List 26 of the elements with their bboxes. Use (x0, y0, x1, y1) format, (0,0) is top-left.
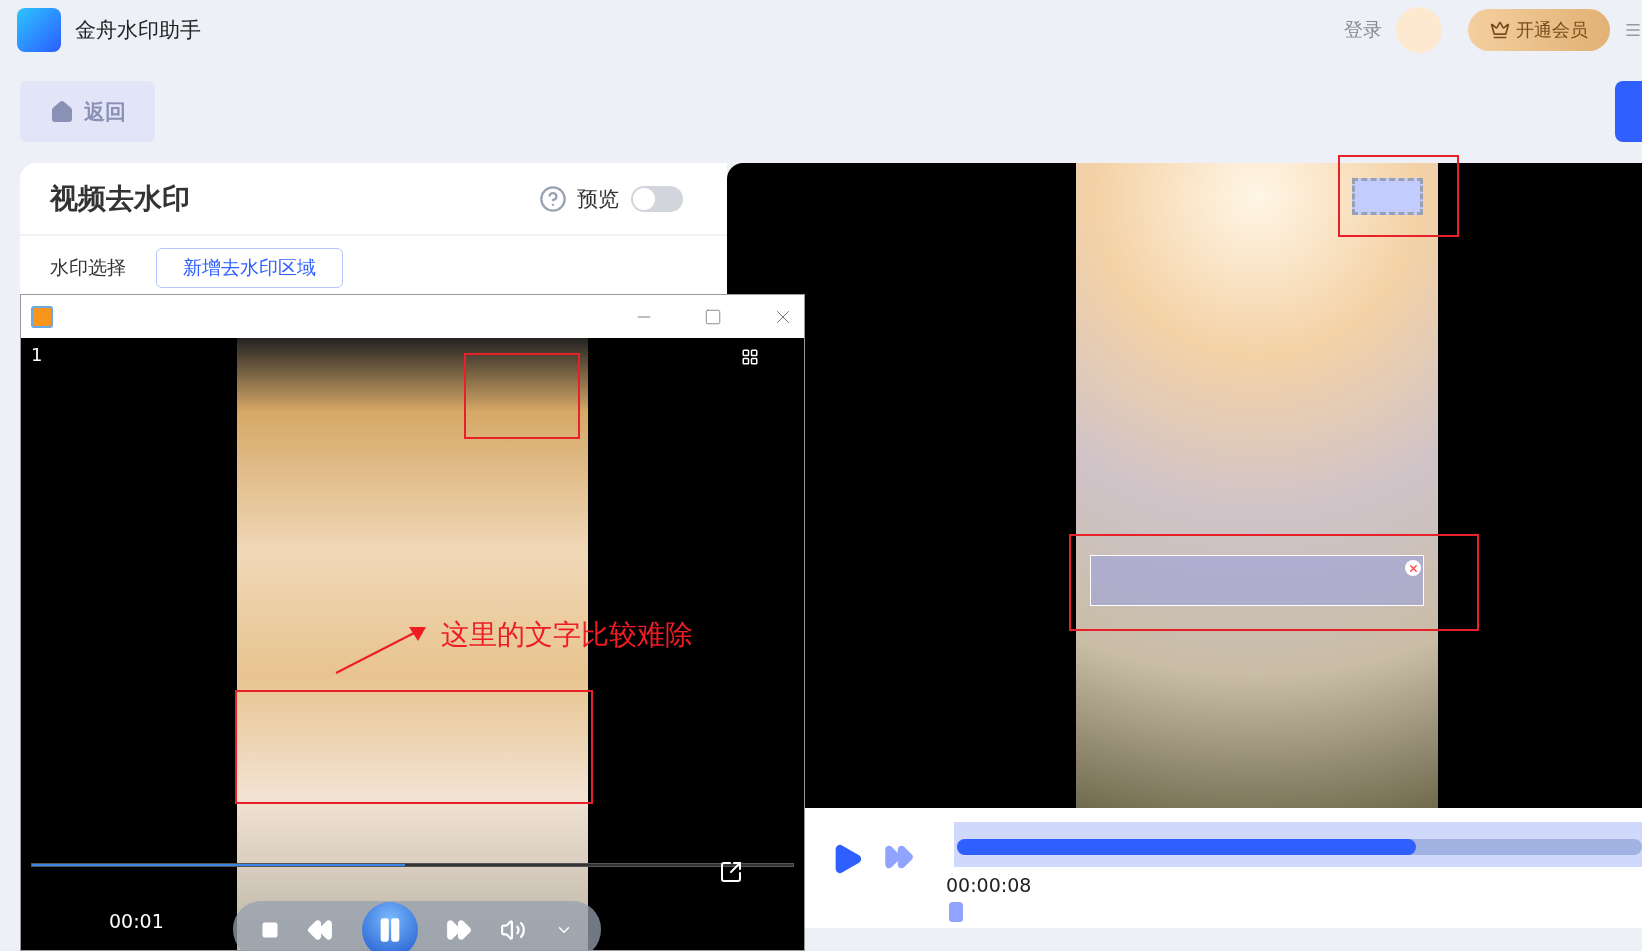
login-link[interactable]: 登录 (1344, 17, 1382, 43)
home-icon (49, 99, 74, 124)
player-app-icon (31, 305, 53, 328)
side-button[interactable] (1615, 81, 1642, 142)
watermark-label: 水印选择 (50, 255, 126, 280)
back-button[interactable]: 返回 (20, 81, 155, 142)
panel-title: 视频去水印 (50, 180, 191, 217)
pause-button[interactable] (361, 901, 418, 951)
stop-icon[interactable] (261, 920, 280, 939)
timeline-marker[interactable] (949, 902, 963, 922)
selection-box[interactable] (1352, 178, 1423, 215)
vip-button[interactable]: 开通会员 (1468, 9, 1610, 51)
crown-icon (1490, 20, 1510, 40)
seek-bar[interactable] (31, 863, 794, 867)
add-region-button[interactable]: 新增去水印区域 (156, 248, 343, 288)
preview-label: 预览 (577, 185, 619, 213)
current-time: 00:00:08 (946, 874, 1032, 896)
grid-icon[interactable] (741, 348, 759, 366)
app-logo-icon (17, 8, 61, 52)
maximize-icon[interactable] (704, 307, 722, 326)
elapsed-time: 00:01 (109, 910, 164, 932)
app-title: 金舟水印助手 (75, 17, 202, 44)
frame-index: 1 (31, 344, 43, 365)
expand-icon[interactable] (719, 860, 743, 884)
help-icon[interactable] (539, 184, 567, 213)
preview-toggle[interactable] (631, 185, 683, 212)
